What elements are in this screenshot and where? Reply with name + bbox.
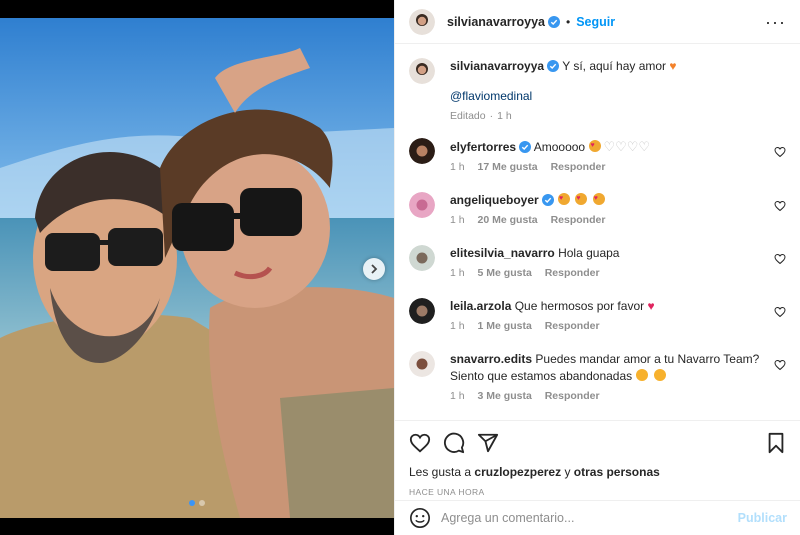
comment-username[interactable]: elitesilvia_navarro [450, 246, 555, 260]
post-details-panel: silvianavarroyya • Seguir ··· silvianava… [394, 0, 800, 535]
comment-time: 1 h [450, 161, 465, 173]
comment-time: 1 h [450, 320, 465, 332]
caption-text: Y sí, aquí hay amor [562, 59, 667, 73]
comment-text: Que hermosos por favor [514, 299, 645, 313]
comment-text: Hola guapa [558, 246, 620, 260]
reply-button[interactable]: Responder [551, 161, 606, 173]
comment-item: angeliqueboyer 1 h 20 Me gusta Responder [409, 190, 786, 226]
comment-item: leila.arzola Que hermosos por favor ♥ 1 … [409, 298, 786, 332]
verified-icon [519, 141, 532, 153]
comment-avatar[interactable] [409, 298, 435, 324]
comment-time: 1 h [450, 267, 465, 279]
caption-meta: Editado · 1 h [450, 110, 677, 122]
comment-likes[interactable]: 1 Me gusta [478, 320, 532, 332]
comment-username[interactable]: angeliqueboyer [450, 193, 539, 207]
comment-likes[interactable]: 5 Me gusta [478, 267, 532, 279]
post-modal: silvianavarroyya • Seguir ··· silvianava… [0, 0, 800, 535]
comment-username[interactable]: leila.arzola [450, 299, 511, 313]
post-caption: silvianavarroyya Y sí, aquí hay amor ♥ @… [409, 58, 786, 122]
comment-likes[interactable]: 20 Me gusta [478, 214, 538, 226]
author-avatar[interactable] [409, 8, 435, 35]
reply-button[interactable]: Responder [545, 390, 600, 402]
emoji-icon[interactable] [409, 507, 431, 529]
likes-summary: Les gusta a cruzlopezperez y otras perso… [409, 465, 787, 479]
heart-icon[interactable] [409, 432, 431, 454]
white-heart-icon: ♡♡♡♡ [603, 139, 651, 154]
comment-avatar[interactable] [409, 245, 435, 271]
heart-eyes-emoji-icon [589, 137, 602, 154]
carousel-dot-active [189, 500, 195, 506]
likes-conj: y [564, 465, 571, 479]
header-separator: • [566, 14, 571, 29]
caption-avatar[interactable] [409, 58, 435, 84]
comment-time: 1 h [450, 390, 465, 402]
chevron-right-icon [371, 264, 378, 274]
orange-heart-icon: ♥ [669, 59, 677, 73]
comments-list[interactable]: silvianavarroyya Y sí, aquí hay amor ♥ @… [395, 44, 800, 419]
comment-item: elitesilvia_navarro Hola guapa 1 h 5 Me … [409, 245, 786, 279]
comment-likes[interactable]: 17 Me gusta [478, 161, 538, 173]
comment-text: Amooooo [533, 140, 586, 154]
sep-dot: · [489, 110, 494, 122]
post-actions: Les gusta a cruzlopezperez y otras perso… [395, 420, 800, 500]
likes-others[interactable]: otras personas [574, 465, 660, 479]
caption-time: 1 h [497, 110, 512, 122]
comment-item: snavarro.edits Puedes mandar amor a tu N… [409, 351, 786, 402]
verified-icon [547, 60, 560, 72]
crying-emoji-icon [636, 369, 649, 381]
heart-eyes-emoji-icon [575, 190, 588, 207]
likes-user[interactable]: cruzlopezperez [474, 465, 561, 479]
bookmark-icon[interactable] [765, 432, 787, 454]
caption-username[interactable]: silvianavarroyya [450, 59, 544, 73]
carousel-dot [199, 500, 205, 506]
heart-eyes-emoji-icon [558, 190, 571, 207]
verified-icon [541, 194, 554, 206]
likes-prefix: Les gusta a [409, 465, 472, 479]
comment-username[interactable]: snavarro.edits [450, 352, 532, 366]
post-media[interactable] [0, 0, 394, 535]
red-heart-icon: ♥ [647, 299, 655, 313]
verified-icon [548, 15, 560, 28]
heart-eyes-emoji-icon [592, 190, 605, 207]
post-timestamp[interactable]: HACE UNA HORA [409, 487, 787, 497]
comment-likes[interactable]: 3 Me gusta [478, 390, 532, 402]
comment-icon[interactable] [443, 432, 465, 454]
more-icon[interactable]: ··· [765, 13, 786, 31]
comment-item: elyfertorres Amooooo ♡♡♡♡ 1 h 17 Me gust… [409, 137, 786, 173]
comment-input[interactable] [441, 511, 738, 525]
heart-icon[interactable] [774, 359, 786, 371]
reply-button[interactable]: Responder [551, 214, 606, 226]
comment-composer: Publicar [395, 500, 800, 535]
reply-button[interactable]: Responder [545, 320, 600, 332]
heart-icon[interactable] [774, 253, 786, 265]
comment-avatar[interactable] [409, 192, 435, 218]
next-photo-button[interactable] [363, 258, 385, 280]
comment-time: 1 h [450, 214, 465, 226]
author-username[interactable]: silvianavarroyya [447, 15, 545, 29]
reply-button[interactable]: Responder [545, 267, 600, 279]
heart-icon[interactable] [774, 200, 786, 212]
heart-icon[interactable] [774, 146, 786, 158]
comment-avatar[interactable] [409, 351, 435, 377]
publish-button[interactable]: Publicar [738, 511, 787, 525]
edited-label: Editado [450, 110, 486, 122]
heart-icon[interactable] [774, 306, 786, 318]
carousel-indicator [0, 500, 394, 506]
follow-button[interactable]: Seguir [576, 15, 615, 29]
share-icon[interactable] [477, 432, 499, 454]
comment-username[interactable]: elyfertorres [450, 140, 516, 154]
comment-avatar[interactable] [409, 138, 435, 164]
caption-mention[interactable]: @flaviomedinal [450, 88, 677, 105]
post-header: silvianavarroyya • Seguir ··· [395, 0, 800, 44]
crying-emoji-icon [653, 369, 666, 381]
post-photo [0, 18, 394, 518]
